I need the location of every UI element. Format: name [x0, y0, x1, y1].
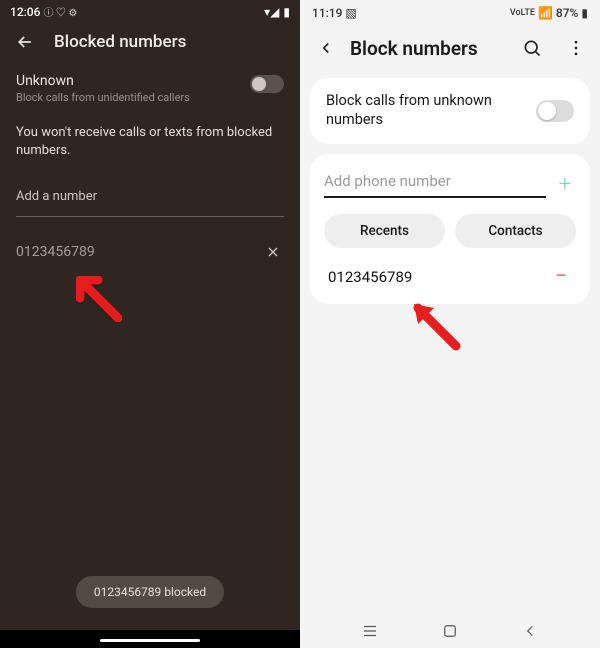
android-nav-bar: [300, 614, 600, 648]
page-title: Blocked numbers: [54, 32, 186, 52]
remove-minus-icon[interactable]: −: [550, 266, 572, 288]
annotation-arrow-icon: [68, 268, 128, 328]
status-time: 11:19 ▧: [312, 6, 357, 20]
annotation-arrow-icon: [406, 296, 466, 356]
status-bar: 12:06 ⓘ ♡ ⚙ ▾◢▮: [0, 0, 300, 21]
unknown-toggle[interactable]: [250, 75, 284, 93]
header: Block numbers: [300, 24, 600, 74]
back-chevron-icon[interactable]: [316, 38, 336, 58]
page-title: Block numbers: [350, 37, 500, 60]
phone-input[interactable]: Add phone number: [324, 168, 546, 198]
home-nav-icon[interactable]: [430, 622, 470, 640]
remove-x-icon[interactable]: [262, 241, 284, 263]
search-icon[interactable]: [520, 36, 544, 60]
unknown-callers-card[interactable]: Block calls from unknown numbers: [310, 78, 590, 144]
header: Blocked numbers: [0, 21, 300, 67]
left-screenshot: 12:06 ⓘ ♡ ⚙ ▾◢▮ Blocked numbers Unknown …: [0, 0, 300, 648]
unknown-callers-row[interactable]: Unknown Block calls from unidentified ca…: [0, 67, 300, 118]
home-indicator[interactable]: [100, 639, 200, 642]
blocked-number: 0123456789: [16, 244, 95, 260]
back-nav-icon[interactable]: [510, 622, 550, 640]
add-number-label[interactable]: Add a number: [0, 159, 300, 210]
blocked-entry: 0123456789: [0, 217, 300, 263]
unknown-title: Unknown: [16, 73, 190, 89]
blocked-number: 0123456789: [328, 268, 412, 286]
unknown-toggle[interactable]: [536, 100, 574, 122]
recents-nav-icon[interactable]: [350, 622, 390, 640]
status-icons: ▾◢▮: [260, 5, 290, 19]
status-time: 12:06 ⓘ ♡ ⚙: [10, 4, 77, 19]
hint-text: You won't receive calls or texts from bl…: [0, 118, 300, 159]
contacts-button[interactable]: Contacts: [455, 214, 576, 248]
recents-button[interactable]: Recents: [324, 214, 445, 248]
unknown-subtitle: Block calls from unidentified callers: [16, 91, 190, 104]
add-plus-icon[interactable]: +: [554, 176, 576, 198]
right-screenshot: 11:19 ▧ VoLTE📶87%▮ Block numbers Block c…: [300, 0, 600, 648]
status-icons: VoLTE📶87%▮: [510, 6, 588, 20]
unknown-label: Block calls from unknown numbers: [326, 92, 526, 130]
blocked-entry: 0123456789 −: [324, 266, 576, 288]
more-menu-icon[interactable]: [564, 36, 588, 60]
toast-message: 0123456789 blocked: [76, 576, 224, 608]
status-bar: 11:19 ▧ VoLTE📶87%▮: [300, 0, 600, 24]
back-arrow-icon[interactable]: [14, 31, 36, 53]
add-block-card: Add phone number + Recents Contacts 0123…: [310, 154, 590, 304]
